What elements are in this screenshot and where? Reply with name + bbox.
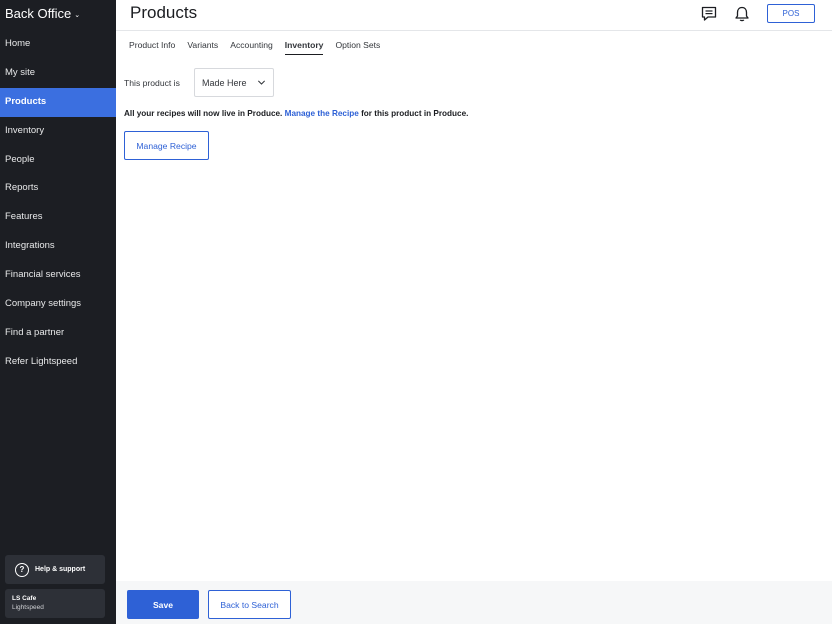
tab-inventory[interactable]: Inventory [284, 40, 324, 55]
account-sub: Lightspeed [12, 604, 44, 611]
header-divider [116, 30, 832, 31]
chat-icon[interactable] [700, 5, 718, 23]
product-type-label: This product is [124, 78, 180, 88]
page-title: Products [130, 3, 198, 22]
bell-icon[interactable] [733, 5, 751, 23]
tab-option-sets[interactable]: Option Sets [335, 40, 380, 55]
brand-label: Back Office [5, 6, 72, 21]
produce-info-text: All your recipes will now live in Produc… [124, 109, 468, 118]
tab-accounting[interactable]: Accounting [230, 40, 273, 55]
sidebar-item-refer-lightspeed[interactable]: Refer Lightspeed [0, 348, 116, 377]
help-support-button[interactable]: ? Help & support [5, 555, 105, 584]
help-support-label: Help & support [35, 566, 86, 573]
sidebar-nav: Home My site Products Inventory People R… [0, 30, 116, 377]
sidebar-item-people[interactable]: People [0, 146, 116, 175]
brand-menu[interactable]: Back Office ⌄ [5, 6, 80, 21]
sidebar-item-my-site[interactable]: My site [0, 59, 116, 88]
back-to-search-button[interactable]: Back to Search [208, 590, 291, 619]
info-suffix: for this product in Produce. [361, 109, 469, 118]
sidebar-item-features[interactable]: Features [0, 203, 116, 232]
sidebar-item-products[interactable]: Products [0, 87, 116, 117]
chevron-down-icon: ⌄ [74, 11, 81, 19]
tab-variants[interactable]: Variants [187, 40, 218, 55]
sidebar-item-home[interactable]: Home [0, 30, 116, 59]
save-button[interactable]: Save [127, 590, 199, 619]
product-type-select[interactable]: Made Here [194, 68, 274, 97]
account-switcher[interactable]: LS Cafe Lightspeed [5, 589, 105, 618]
product-type-value: Made Here [202, 77, 247, 88]
chevron-down-icon [257, 80, 266, 85]
manage-the-recipe-link[interactable]: Manage the Recipe [285, 109, 359, 118]
sidebar-item-integrations[interactable]: Integrations [0, 232, 116, 261]
manage-recipe-button[interactable]: Manage Recipe [124, 131, 209, 160]
sidebar-item-company-settings[interactable]: Company settings [0, 290, 116, 319]
account-name: LS Cafe [12, 595, 37, 602]
sidebar-item-financial-services[interactable]: Financial services [0, 261, 116, 290]
sidebar-item-inventory[interactable]: Inventory [0, 117, 116, 146]
product-tabs: Product Info Variants Accounting Invento… [129, 40, 380, 55]
sidebar-item-reports[interactable]: Reports [0, 174, 116, 203]
info-prefix: All your recipes will now live in Produc… [124, 109, 283, 118]
tab-product-info[interactable]: Product Info [129, 40, 175, 55]
question-icon: ? [15, 562, 29, 577]
pos-button[interactable]: POS [767, 4, 815, 23]
sidebar: Back Office ⌄ Home My site Products Inve… [0, 0, 116, 624]
sidebar-item-find-a-partner[interactable]: Find a partner [0, 319, 116, 348]
